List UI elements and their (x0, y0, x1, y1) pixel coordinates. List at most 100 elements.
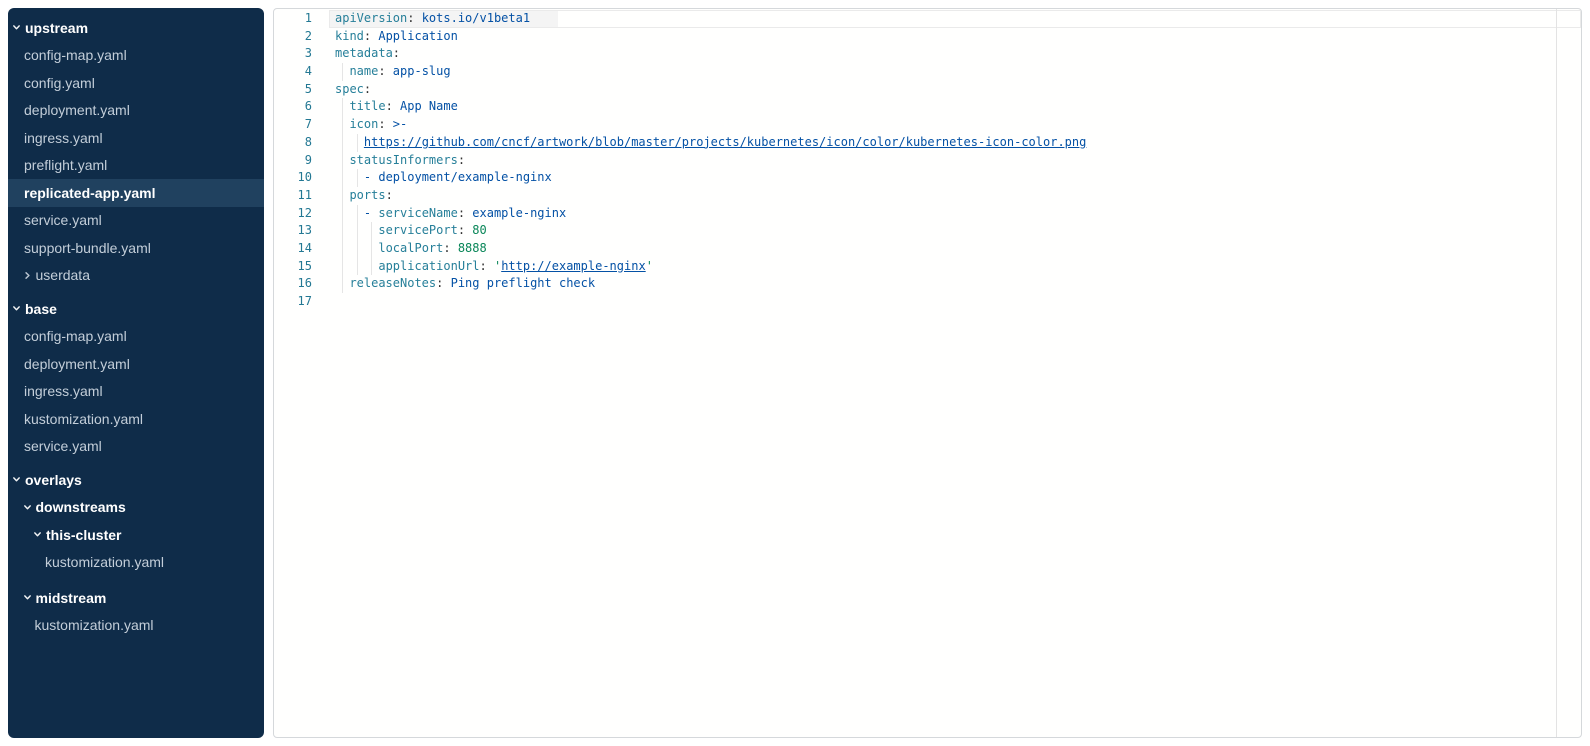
line-number[interactable]: 4 (274, 63, 312, 81)
tree-item-label: replicated-app.yaml (24, 185, 156, 201)
code-line[interactable]: 4name: app-slug (274, 63, 1581, 81)
line-number[interactable]: 16 (274, 275, 312, 293)
line-number[interactable]: 14 (274, 240, 312, 258)
file-tree-sidebar: upstreamconfig-map.yamlconfig.yamldeploy… (8, 8, 264, 738)
tree-item-kustomization-yaml[interactable]: kustomization.yaml (8, 549, 264, 577)
line-number[interactable]: 7 (274, 116, 312, 134)
code-line[interactable]: 10- deployment/example-nginx (274, 169, 1581, 187)
line-number[interactable]: 17 (274, 293, 312, 311)
code-line[interactable]: 16releaseNotes: Ping preflight check (274, 275, 1581, 293)
indent-guides (335, 275, 349, 293)
tree-item-deployment-yaml[interactable]: deployment.yaml (8, 97, 264, 125)
code-line[interactable]: 8 https://github.com/cncf/artwork/blob/ma… (274, 134, 1581, 152)
scrollbar-track-divider[interactable] (1556, 9, 1557, 737)
tree-item-service-yaml[interactable]: service.yaml (8, 433, 264, 461)
code-token-pun: : (443, 241, 457, 255)
indent-guides (335, 222, 378, 240)
line-number[interactable]: 5 (274, 81, 312, 99)
code-line[interactable]: 12 - serviceName: example-nginx (274, 205, 1581, 223)
tree-item-kustomization-yaml[interactable]: kustomization.yaml (8, 405, 264, 433)
code-line[interactable]: 15applicationUrl: 'http://example-nginx' (274, 258, 1581, 276)
code-token-num: 8888 (458, 241, 487, 255)
code-area[interactable]: 1 apiVersion: kots.io/v1beta12kind: Appli… (274, 10, 1581, 311)
code-line[interactable]: 11ports: (274, 187, 1581, 205)
tree-item-preflight-yaml[interactable]: preflight.yaml (8, 152, 264, 180)
code-line-content: apiVersion: kots.io/v1beta1 (329, 10, 558, 28)
url-link[interactable]: http://example-nginx (501, 259, 646, 273)
tree-item-this-cluster[interactable]: this-cluster (8, 521, 264, 549)
code-line[interactable]: 17 (274, 293, 1581, 311)
tree-item-config-map-yaml[interactable]: config-map.yaml (8, 42, 264, 70)
indent-guides (335, 63, 349, 81)
line-number[interactable]: 6 (274, 98, 312, 116)
code-line[interactable]: 6 title: App Name (274, 98, 1581, 116)
line-number[interactable]: 11 (274, 187, 312, 205)
chevron-down-icon (23, 503, 32, 512)
code-line[interactable]: 2kind: Application (274, 28, 1581, 46)
indent-guides (335, 258, 378, 276)
code-token-pun: : (436, 276, 450, 290)
tree-item-ingress-yaml[interactable]: ingress.yaml (8, 378, 264, 406)
line-number[interactable]: 3 (274, 45, 312, 63)
line-number[interactable]: 10 (274, 169, 312, 187)
tree-item-config-map-yaml[interactable]: config-map.yaml (8, 323, 264, 351)
code-line[interactable]: 14localPort: 8888 (274, 240, 1581, 258)
line-number[interactable]: 9 (274, 152, 312, 170)
tree-item-label: ingress.yaml (24, 130, 103, 146)
code-token-pun: : (378, 64, 392, 78)
url-link[interactable]: https://github.com/cncf/artwork/blob/mas… (364, 135, 1086, 149)
tree-item-base[interactable]: base (8, 295, 264, 323)
tree-item-label: kustomization.yaml (24, 411, 143, 427)
code-line[interactable]: 9statusInformers: (274, 152, 1581, 170)
indent-guides (335, 187, 349, 205)
indent-guides (335, 116, 349, 134)
tree-item-support-bundle-yaml[interactable]: support-bundle.yaml (8, 234, 264, 262)
code-line[interactable]: 3 metadata: (274, 45, 1581, 63)
tree-item-deployment-yaml[interactable]: deployment.yaml (8, 350, 264, 378)
code-token-pun: : (407, 11, 421, 25)
tree-item-label: config-map.yaml (24, 328, 127, 344)
code-line-content: - serviceName: example-nginx (329, 205, 566, 223)
tree-item-label: overlays (25, 472, 82, 488)
line-number[interactable]: 12 (274, 205, 312, 223)
code-token-key: name (349, 64, 378, 78)
tree-item-replicated-app-yaml[interactable]: replicated-app.yaml (8, 179, 264, 207)
code-line-content (329, 293, 335, 311)
indent-guides (335, 205, 364, 223)
code-token-pun: : (364, 82, 371, 96)
line-number[interactable]: 8 (274, 134, 312, 152)
tree-item-service-yaml[interactable]: service.yaml (8, 207, 264, 235)
code-line-content: icon: >- (329, 116, 407, 134)
tree-item-overlays[interactable]: overlays (8, 466, 264, 494)
code-line[interactable]: 1 apiVersion: kots.io/v1beta1 (274, 10, 1581, 28)
yaml-code-editor[interactable]: 1 apiVersion: kots.io/v1beta12kind: Appli… (273, 8, 1582, 738)
tree-item-kustomization-yaml[interactable]: kustomization.yaml (8, 612, 264, 640)
tree-item-label: this-cluster (46, 527, 121, 543)
code-token-pun: : (386, 188, 393, 202)
code-line[interactable]: 7 icon: >- (274, 116, 1581, 134)
tree-item-label: config.yaml (24, 75, 95, 91)
code-line[interactable]: 5spec: (274, 81, 1581, 99)
tree-item-label: base (25, 301, 57, 317)
line-number[interactable]: 1 (274, 10, 312, 28)
code-line-content: metadata: (329, 45, 400, 63)
tree-item-midstream[interactable]: midstream (8, 584, 264, 612)
tree-item-label: kustomization.yaml (35, 617, 154, 633)
tree-item-upstream[interactable]: upstream (8, 14, 264, 42)
tree-item-config-yaml[interactable]: config.yaml (8, 69, 264, 97)
code-token-key: statusInformers (349, 153, 457, 167)
tree-item-label: support-bundle.yaml (24, 240, 151, 256)
chevron-down-icon (12, 304, 21, 313)
tree-item-userdata[interactable]: userdata (8, 262, 264, 290)
tree-item-ingress-yaml[interactable]: ingress.yaml (8, 124, 264, 152)
code-token-num: 80 (472, 223, 486, 237)
line-number[interactable]: 15 (274, 258, 312, 276)
line-number[interactable]: 2 (274, 28, 312, 46)
code-line-content: title: App Name (329, 98, 458, 116)
code-token-key: apiVersion (335, 11, 407, 25)
code-line[interactable]: 13servicePort: 80 (274, 222, 1581, 240)
line-number[interactable]: 13 (274, 222, 312, 240)
code-token-pun: : (364, 29, 378, 43)
tree-item-downstreams[interactable]: downstreams (8, 494, 264, 522)
code-token-key: releaseNotes (349, 276, 436, 290)
